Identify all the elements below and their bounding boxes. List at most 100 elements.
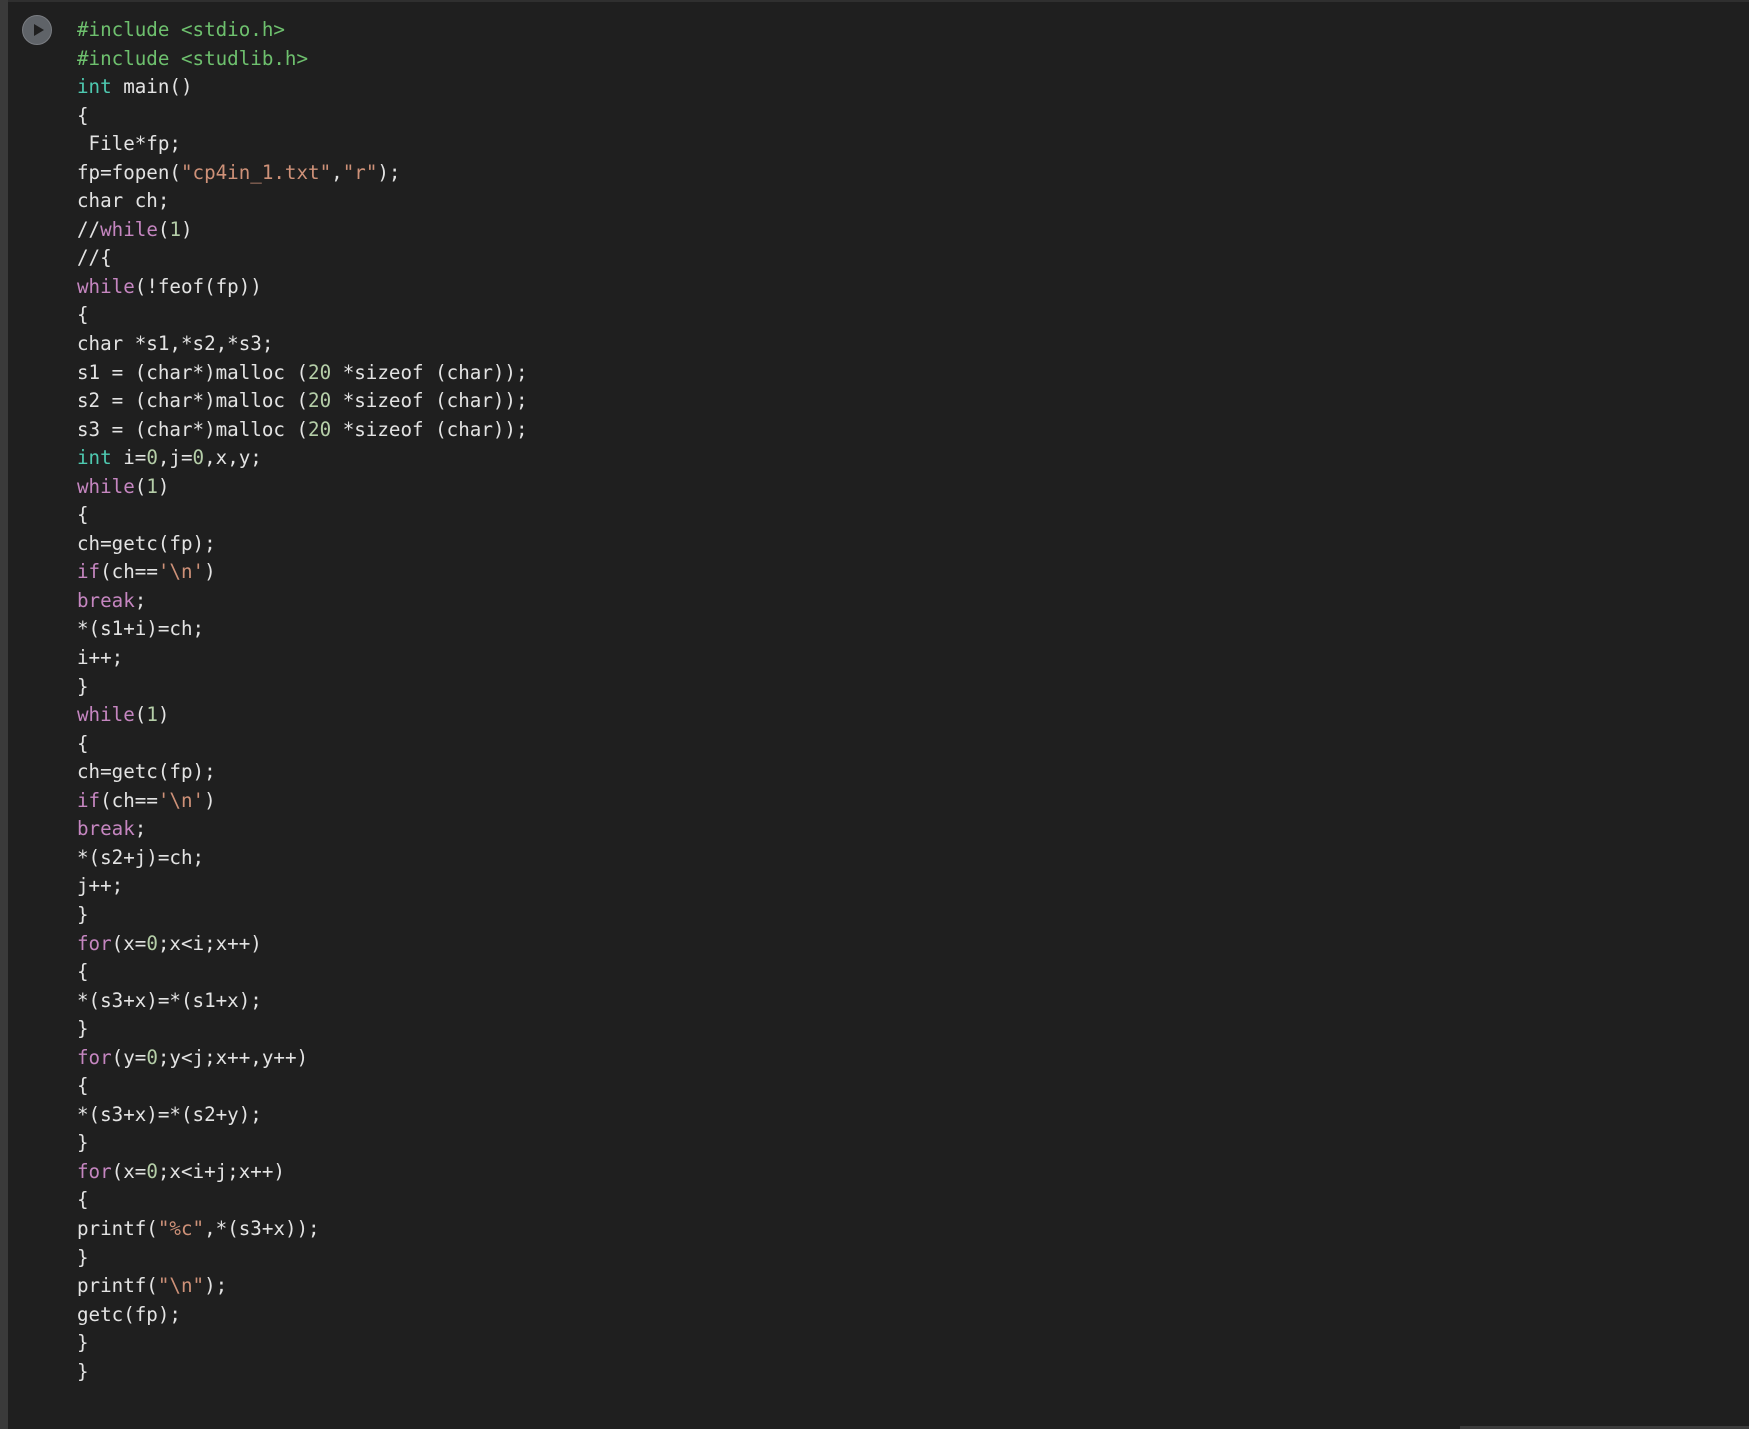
code-token-plain: { bbox=[77, 503, 89, 527]
code-token-number: 1 bbox=[146, 703, 158, 727]
code-token-string: "%c" bbox=[157, 1216, 205, 1240]
code-token-string: "\n" bbox=[157, 1274, 205, 1298]
code-line: break; bbox=[77, 815, 1717, 844]
code-line: ch=getc(fp); bbox=[77, 530, 1717, 559]
code-token-plain: ); bbox=[204, 1274, 228, 1298]
code-line: if(ch=='\n') bbox=[77, 558, 1717, 587]
code-token-plain: ( bbox=[157, 217, 170, 241]
play-icon bbox=[34, 24, 44, 36]
code-token-number: 0 bbox=[146, 931, 158, 955]
code-token-plain: // bbox=[77, 217, 101, 241]
code-token-type: int bbox=[77, 75, 112, 99]
code-token-plain: ) bbox=[157, 474, 170, 498]
code-token-number: 0 bbox=[146, 446, 158, 470]
code-token-string: "cp4in_1.txt" bbox=[180, 160, 332, 184]
code-token-plain: (x= bbox=[111, 931, 147, 955]
code-line: { bbox=[77, 1072, 1717, 1101]
code-line: s1 = (char*)malloc (20 *sizeof (char)); bbox=[77, 359, 1717, 388]
code-token-plain: { bbox=[77, 731, 89, 755]
code-line: int main() bbox=[77, 73, 1717, 102]
code-line: ch=getc(fp); bbox=[77, 758, 1717, 787]
code-token-keyword: for bbox=[77, 1159, 112, 1183]
code-line: } bbox=[77, 1329, 1717, 1358]
code-token-keyword: for bbox=[77, 931, 112, 955]
code-token-plain: } bbox=[77, 902, 89, 926]
cell-top-border bbox=[0, 0, 1749, 2]
code-line: *(s2+j)=ch; bbox=[77, 844, 1717, 873]
code-token-keyword: while bbox=[77, 474, 135, 498]
code-token-plain: ;x<i+j;x++) bbox=[157, 1159, 285, 1183]
code-line: for(y=0;y<j;x++,y++) bbox=[77, 1044, 1717, 1073]
code-token-preproc: #include <stdio.h> bbox=[77, 18, 285, 41]
code-token-plain: char ch; bbox=[77, 189, 170, 213]
code-token-plain: getc(fp); bbox=[77, 1302, 181, 1326]
code-token-string: "r" bbox=[342, 160, 378, 184]
code-token-plain: *(s3+x)=*(s2+y); bbox=[77, 1102, 262, 1126]
code-token-plain: ); bbox=[377, 160, 401, 184]
code-token-plain: (!feof(fp)) bbox=[134, 274, 262, 298]
code-token-plain: } bbox=[77, 1359, 89, 1383]
code-token-plain: (ch== bbox=[100, 560, 158, 584]
code-line: break; bbox=[77, 587, 1717, 616]
code-token-plain: { bbox=[77, 960, 89, 984]
code-line: char ch; bbox=[77, 187, 1717, 216]
code-line: { bbox=[77, 301, 1717, 330]
code-token-plain: s3 = (char*)malloc ( bbox=[77, 417, 309, 441]
code-line: int i=0,j=0,x,y; bbox=[77, 444, 1717, 473]
code-token-plain: ; bbox=[134, 817, 147, 841]
code-token-preproc: #include <studlib.h> bbox=[77, 46, 309, 70]
code-token-plain: ) bbox=[157, 703, 170, 727]
code-editor[interactable]: #include <stdio.h> #include <studlib.h> in… bbox=[77, 16, 1717, 1386]
code-token-plain: j++; bbox=[77, 874, 124, 898]
code-token-plain: s2 = (char*)malloc ( bbox=[77, 389, 309, 413]
code-token-plain: ,x,y; bbox=[204, 446, 262, 470]
code-line: { bbox=[77, 1186, 1717, 1215]
code-token-plain: ( bbox=[134, 703, 147, 727]
code-token-plain: { bbox=[77, 303, 89, 327]
code-token-plain: ;x<i;x++) bbox=[157, 931, 262, 955]
code-line: } bbox=[77, 1358, 1717, 1387]
code-line: char *s1,*s2,*s3; bbox=[77, 330, 1717, 359]
code-token-plain: File*fp; bbox=[77, 132, 181, 156]
code-token-plain: ; bbox=[134, 588, 147, 612]
code-line: #include <stdio.h> bbox=[77, 16, 1717, 45]
code-line: #include <studlib.h> bbox=[77, 45, 1717, 74]
run-cell-button[interactable] bbox=[22, 15, 52, 45]
code-token-keyword: while bbox=[77, 703, 135, 727]
code-line: j++; bbox=[77, 872, 1717, 901]
code-line: { bbox=[77, 730, 1717, 759]
code-token-plain: ( bbox=[134, 474, 147, 498]
code-token-plain: } bbox=[77, 1017, 89, 1041]
code-token-plain: main() bbox=[111, 75, 193, 99]
code-line: s2 = (char*)malloc (20 *sizeof (char)); bbox=[77, 387, 1717, 416]
code-token-number: 20 bbox=[308, 417, 332, 441]
code-token-number: 0 bbox=[146, 1159, 158, 1183]
code-token-plain: *sizeof (char)); bbox=[331, 360, 528, 384]
code-token-plain: *sizeof (char)); bbox=[331, 417, 528, 441]
code-token-plain: } bbox=[77, 1245, 89, 1269]
code-token-plain: { bbox=[77, 1074, 89, 1098]
code-token-string: '\n' bbox=[157, 560, 205, 584]
code-line: while(1) bbox=[77, 473, 1717, 502]
code-line: *(s3+x)=*(s2+y); bbox=[77, 1101, 1717, 1130]
code-token-plain: //{ bbox=[77, 246, 112, 270]
code-token-plain: ) bbox=[204, 788, 216, 812]
code-line: { bbox=[77, 501, 1717, 530]
code-line: *(s1+i)=ch; bbox=[77, 615, 1717, 644]
code-line: File*fp; bbox=[77, 130, 1717, 159]
code-token-plain: i++; bbox=[77, 646, 124, 670]
code-line: for(x=0;x<i;x++) bbox=[77, 930, 1717, 959]
code-token-plain: fp=fopen( bbox=[77, 160, 181, 184]
code-token-plain: *(s2+j)=ch; bbox=[77, 845, 205, 869]
code-line: printf("%c",*(s3+x)); bbox=[77, 1215, 1717, 1244]
code-token-plain: ;y<j;x++,y++) bbox=[157, 1045, 309, 1069]
code-token-number: 0 bbox=[146, 1045, 158, 1069]
code-token-plain: ,j= bbox=[157, 446, 193, 470]
code-line: //{ bbox=[77, 244, 1717, 273]
code-token-plain: , bbox=[331, 160, 343, 184]
code-token-plain: } bbox=[77, 674, 89, 698]
code-line: s3 = (char*)malloc (20 *sizeof (char)); bbox=[77, 416, 1717, 445]
code-line: fp=fopen("cp4in_1.txt","r"); bbox=[77, 159, 1717, 188]
code-token-plain: } bbox=[77, 1331, 89, 1355]
code-token-keyword: if bbox=[77, 560, 101, 584]
